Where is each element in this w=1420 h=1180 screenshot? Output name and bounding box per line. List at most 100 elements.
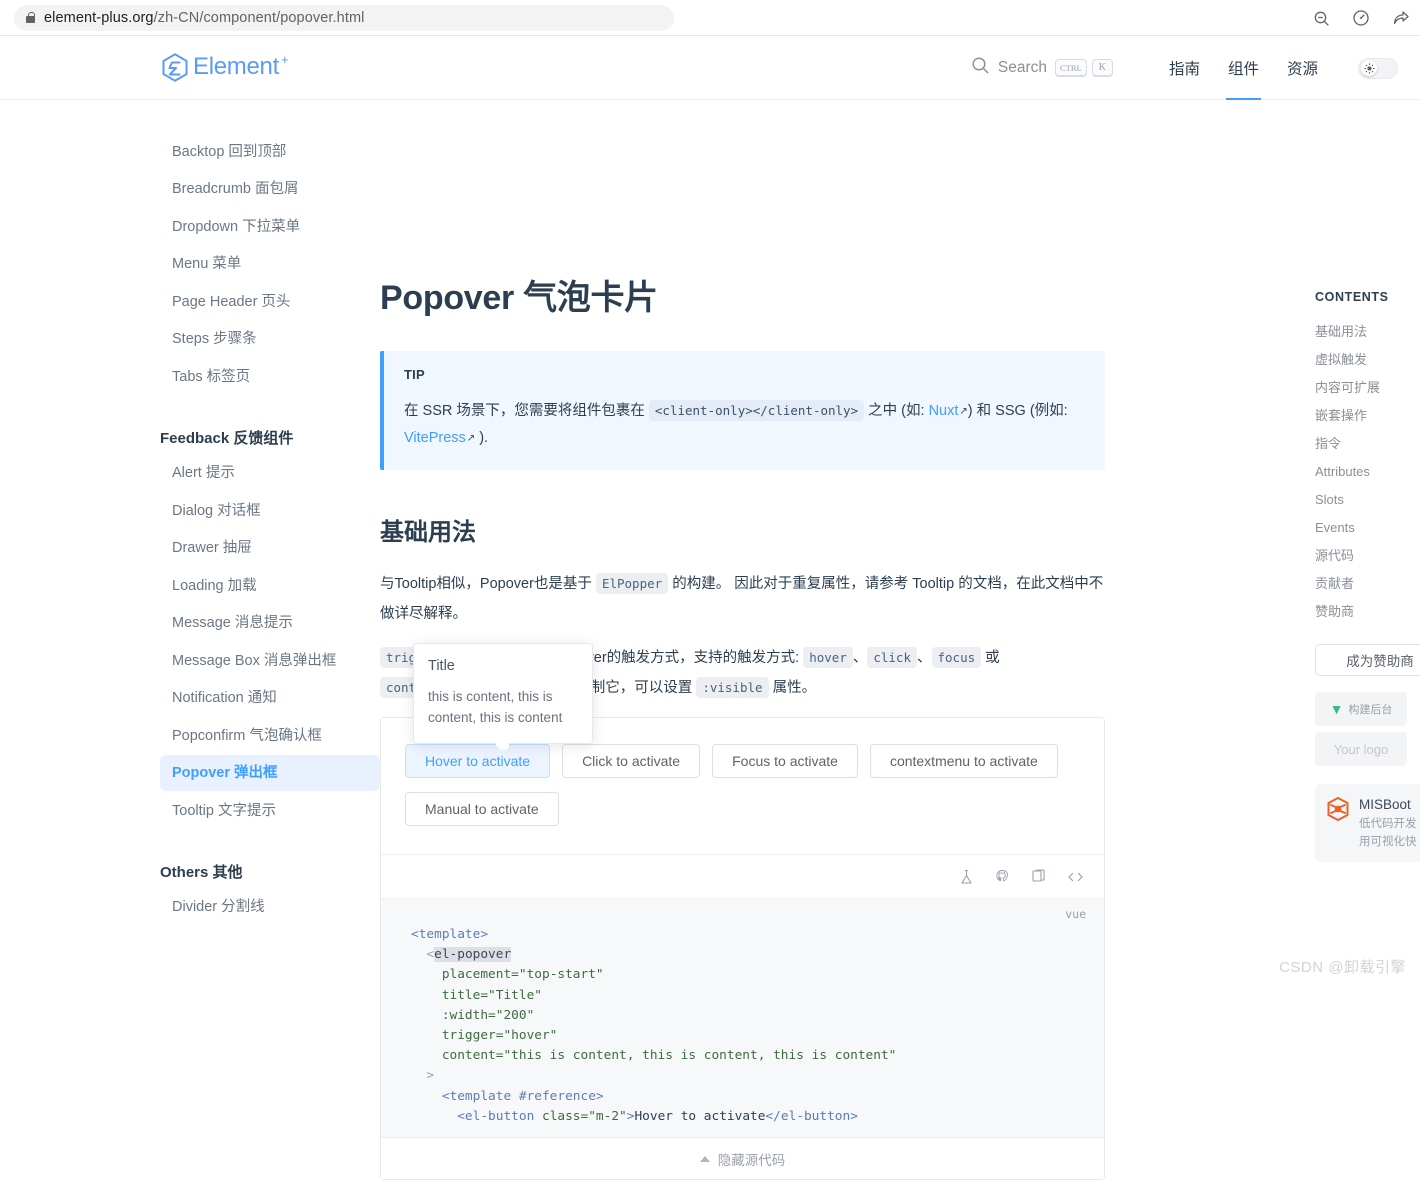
vue-logo-icon: ▼ [1329, 701, 1344, 717]
sidebar-item-message[interactable]: Message 消息提示 [160, 605, 380, 641]
sidebar-item-alert[interactable]: Alert 提示 [160, 455, 380, 491]
kbd-k: K [1091, 58, 1113, 78]
toc-link-contributors[interactable]: 贡献者 [1315, 570, 1420, 598]
toc-link-attributes[interactable]: Attributes [1315, 458, 1420, 486]
sidebar-item-popconfirm[interactable]: Popconfirm 气泡确认框 [160, 718, 380, 754]
toc-link-slots[interactable]: Slots [1315, 486, 1420, 514]
site-logo[interactable]: Element + [160, 52, 289, 84]
toc-link-virtual-trigger[interactable]: 虚拟触发 [1315, 346, 1420, 374]
toc-link-expandable-content[interactable]: 内容可扩展 [1315, 374, 1420, 402]
share-icon[interactable] [1392, 9, 1410, 27]
theme-toggle[interactable] [1358, 57, 1398, 79]
sidebar-item-loading[interactable]: Loading 加载 [160, 568, 380, 604]
sponsor-tile-label: 构建后台 [1348, 704, 1393, 716]
demo-card: Hover to activate Click to activate Focu… [380, 717, 1105, 1180]
popover-title: Title [428, 658, 455, 674]
browser-actions [1313, 0, 1410, 36]
sponsor-tiles: ▼ 构建后台 [1315, 692, 1420, 726]
site-header: Element + Search CTRL K 指南 组件 资源 [0, 36, 1420, 100]
nav-item-guide[interactable]: 指南 [1155, 36, 1214, 100]
para-2-or: 或 [985, 650, 1000, 666]
main-nav: 指南 组件 资源 [1155, 36, 1332, 100]
paragraph-intro: 与Tooltip相似，Popover也是基于 ElPopper 的构建。 因此对… [380, 569, 1105, 629]
tip-body: 在 SSR 场景下，您需要将组件包裹在 <client-only></clien… [404, 398, 1085, 452]
toc-link-nested-operation[interactable]: 嵌套操作 [1315, 402, 1420, 430]
sidebar-item-backtop[interactable]: Backtop 回到顶部 [160, 134, 380, 170]
sidebar-group-others: Others 其他 [160, 863, 243, 881]
code-elpopper: ElPopper [595, 573, 669, 594]
popover-arrow-icon [496, 743, 509, 750]
search-label: Search [997, 59, 1047, 76]
sidebar-item-drawer[interactable]: Drawer 抽屉 [160, 530, 380, 566]
url-path: /zh-CN/component/popover.html [153, 9, 365, 26]
page-title: Popover 气泡卡片 [380, 279, 658, 317]
sidebar-item-tooltip[interactable]: Tooltip 文字提示 [160, 793, 380, 829]
button-click-to-activate[interactable]: Click to activate [562, 744, 701, 778]
sidebar-item-divider[interactable]: Divider 分割线 [160, 889, 380, 925]
section-title-basic-usage: 基础用法 [380, 519, 476, 546]
code-block: vue <template> <el-popover placement="to… [381, 898, 1104, 1138]
sidebar-item-message-box[interactable]: Message Box 消息弹出框 [160, 643, 380, 679]
sidebar: Backtop 回到顶部 Breadcrumb 面包屑 Dropdown 下拉菜… [0, 100, 380, 1180]
code-source[interactable]: <template> <el-popover placement="top-st… [381, 899, 1104, 1137]
sidebar-item-popover[interactable]: Popover 弹出框 [160, 755, 380, 791]
content-inner: Popover 气泡卡片 TIP 在 SSR 场景下，您需要将组件包裹在 <cl… [380, 270, 1105, 1180]
search-shortcut: CTRL K [1054, 58, 1113, 78]
sidebar-item-notification[interactable]: Notification 通知 [160, 680, 380, 716]
toggle-source-code-button[interactable]: 隐藏源代码 [381, 1137, 1104, 1180]
toc-link-directive[interactable]: 指令 [1315, 430, 1420, 458]
sponsor-tile-your-logo[interactable]: Your logo [1315, 732, 1407, 766]
para-1-text-a: 与Tooltip相似，Popover也是基于 [380, 576, 592, 592]
logo-wordmark: Element [193, 52, 279, 80]
playground-icon[interactable] [959, 869, 974, 885]
code-visible: :visible [696, 677, 769, 698]
tip-text-3: ) 和 SSG (例如: [967, 403, 1068, 419]
become-sponsor-button[interactable]: 成为赞助商 [1315, 644, 1420, 676]
search-button[interactable]: Search CTRL K [971, 56, 1113, 80]
button-manual-to-activate[interactable]: Manual to activate [405, 792, 559, 826]
sponsor-ad-misboot[interactable]: MISBoot 低代码开发 用可视化快 [1315, 784, 1420, 862]
copy-icon[interactable] [1031, 869, 1046, 885]
sidebar-item-steps[interactable]: Steps 步骤条 [160, 321, 380, 357]
sidebar-item-tabs[interactable]: Tabs 标签页 [160, 359, 380, 395]
para-2-text-d: 属性。 [772, 680, 817, 696]
sidebar-group-feedback: Feedback 反馈组件 [160, 429, 294, 447]
sun-icon [1361, 60, 1377, 76]
button-contextmenu-to-activate[interactable]: contextmenu to activate [869, 744, 1058, 778]
sidebar-item-menu[interactable]: Menu 菜单 [160, 246, 380, 282]
page-body: Backtop 回到顶部 Breadcrumb 面包屑 Dropdown 下拉菜… [0, 100, 1420, 1180]
address-bar[interactable]: element-plus.org/zh-CN/component/popover… [14, 4, 674, 31]
zoom-out-icon[interactable] [1313, 10, 1330, 27]
github-icon[interactable] [995, 869, 1010, 885]
performance-icon[interactable] [1352, 9, 1370, 27]
toc-link-events[interactable]: Events [1315, 514, 1420, 542]
link-vitepress[interactable]: VitePress [404, 430, 466, 446]
sidebar-item-dropdown[interactable]: Dropdown 下拉菜单 [160, 209, 380, 245]
ad-desc-2: 用可视化快 [1359, 836, 1417, 848]
misboot-logo-icon [1325, 796, 1351, 850]
ad-title: MISBoot [1359, 797, 1411, 812]
lock-icon [26, 12, 35, 23]
kbd-ctrl: CTRL [1054, 58, 1087, 78]
popover-panel: Title this is content, this is content, … [413, 643, 593, 744]
demo-action-bar [381, 854, 1104, 898]
code-icon[interactable] [1067, 869, 1084, 885]
tip-text-4: ). [479, 430, 489, 446]
link-nuxt[interactable]: Nuxt [929, 403, 959, 419]
toc-link-sponsors[interactable]: 赞助商 [1315, 598, 1420, 626]
logo-plus: + [280, 51, 289, 67]
main-content: Popover 气泡卡片 TIP 在 SSR 场景下，您需要将组件包裹在 <cl… [380, 100, 1315, 1180]
button-hover-to-activate[interactable]: Hover to activate [405, 744, 551, 778]
button-focus-to-activate[interactable]: Focus to activate [712, 744, 858, 778]
sidebar-item-page-header[interactable]: Page Header 页头 [160, 284, 380, 320]
external-link-icon: ↗ [959, 406, 968, 417]
tip-label: TIP [404, 367, 425, 382]
nav-item-components[interactable]: 组件 [1214, 36, 1273, 100]
sponsor-tile-vform[interactable]: ▼ 构建后台 [1315, 692, 1407, 726]
watermark: CSDN @卸载引擎 [1279, 959, 1406, 976]
nav-item-resources[interactable]: 资源 [1273, 36, 1332, 100]
sidebar-item-dialog[interactable]: Dialog 对话框 [160, 493, 380, 529]
toc-link-source[interactable]: 源代码 [1315, 542, 1420, 570]
sidebar-item-breadcrumb[interactable]: Breadcrumb 面包屑 [160, 171, 380, 207]
toc-link-basic-usage[interactable]: 基础用法 [1315, 318, 1420, 346]
